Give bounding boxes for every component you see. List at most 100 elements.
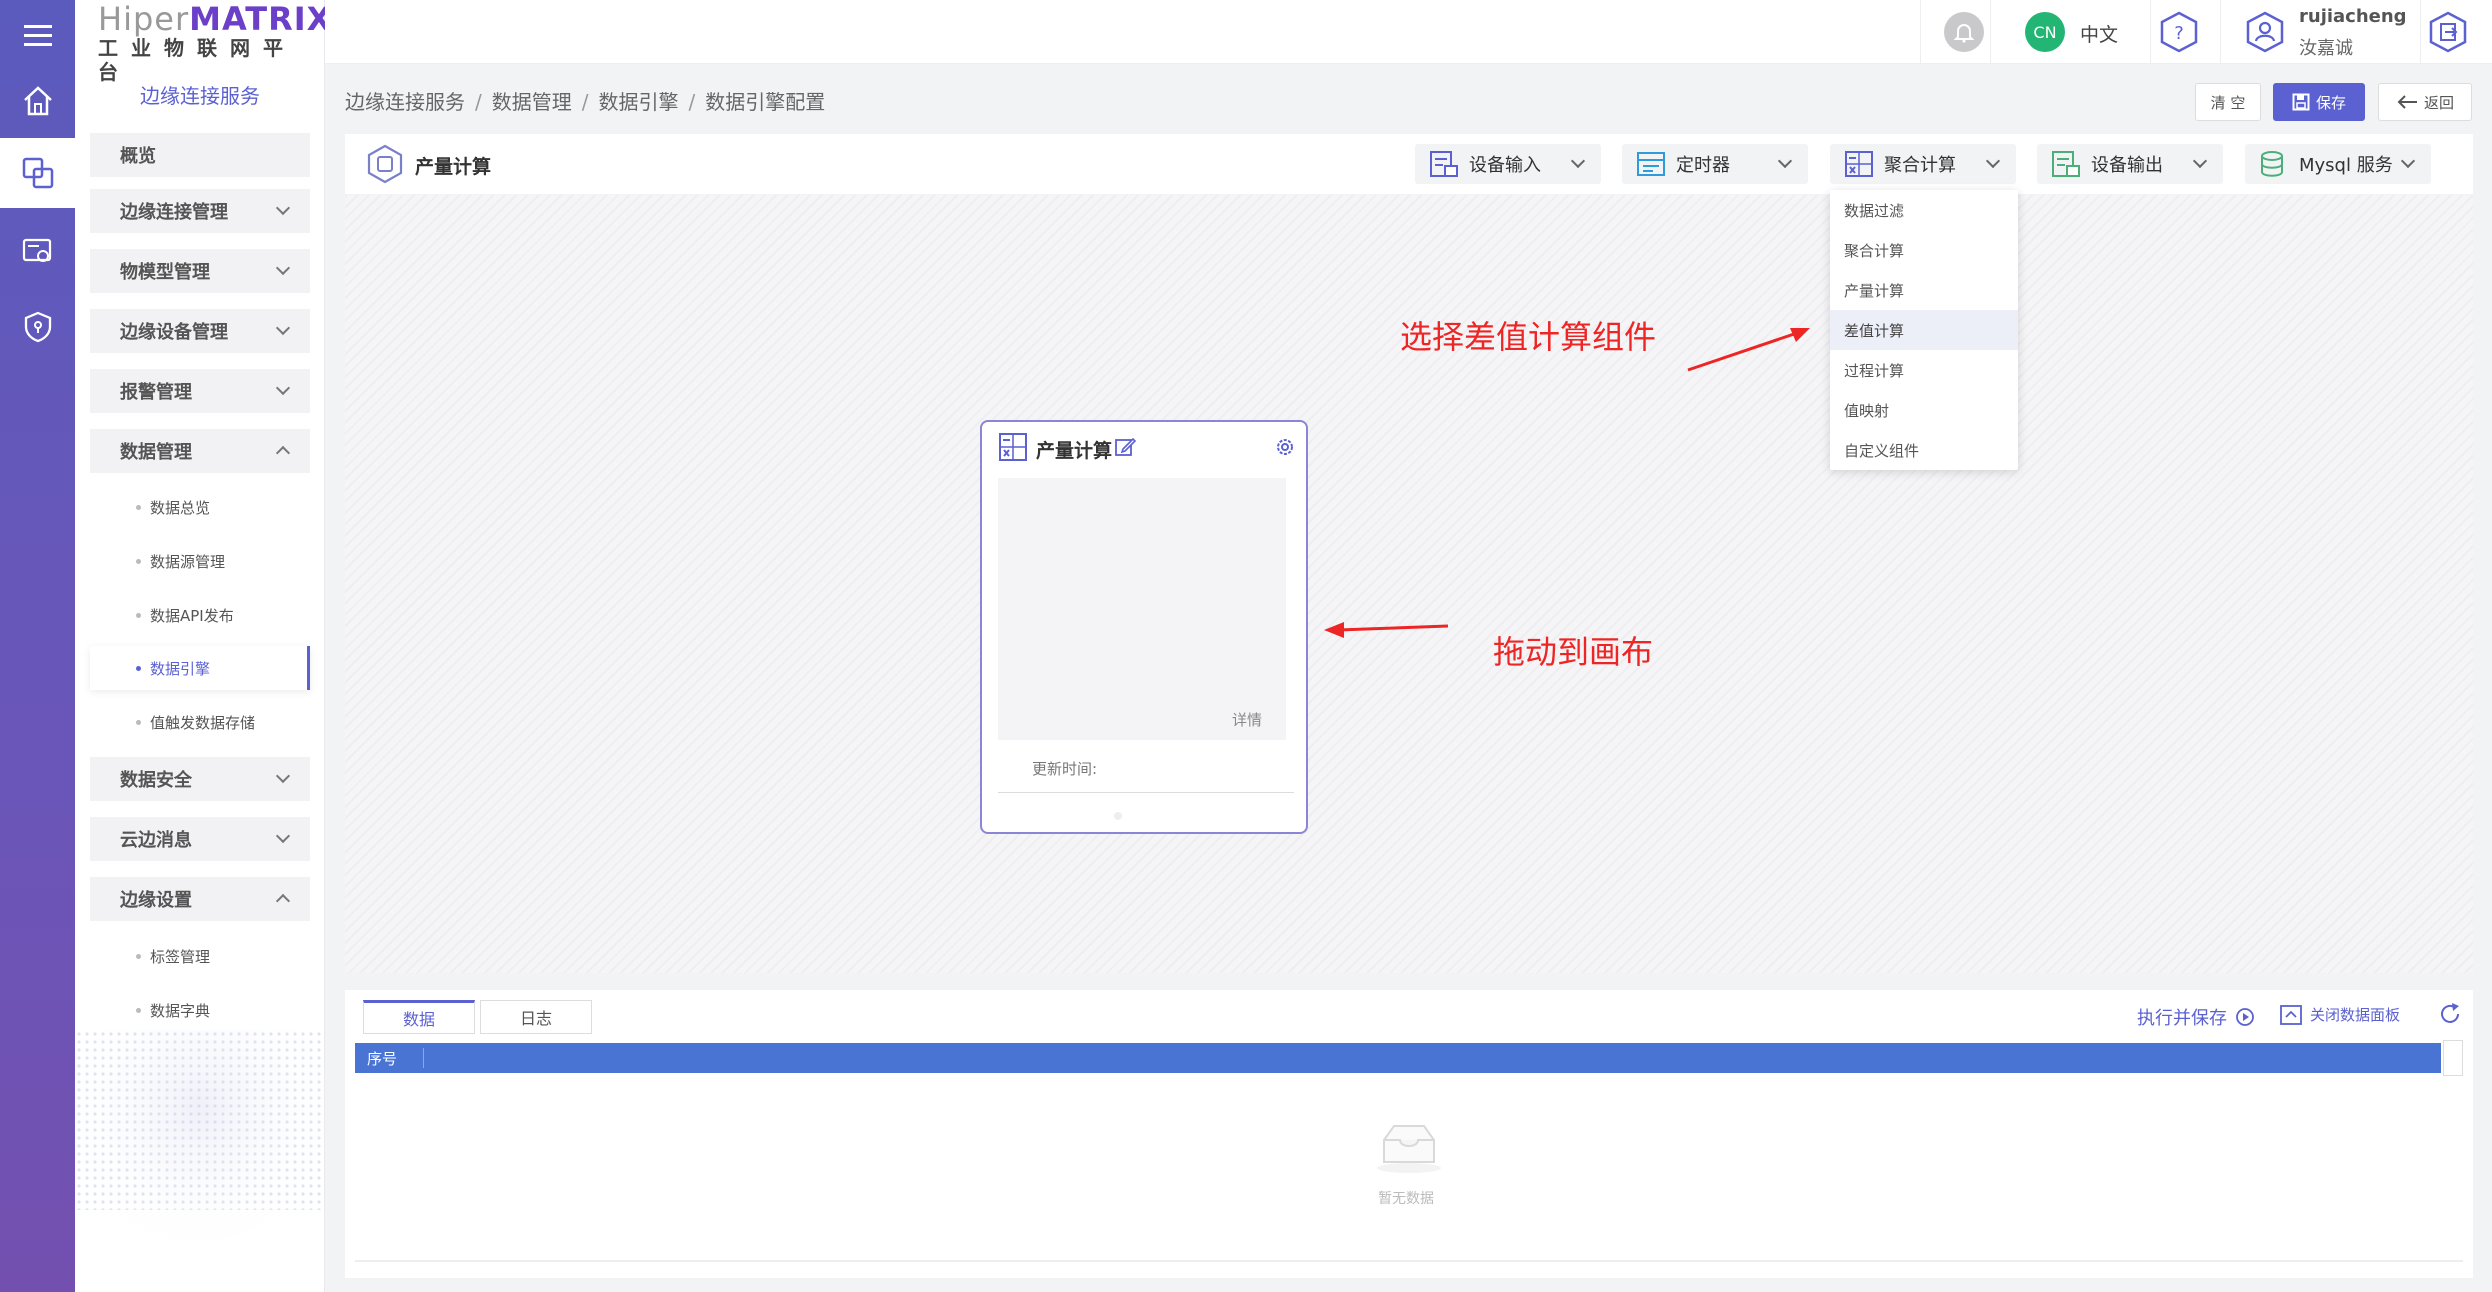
- chevron-down-icon: [275, 768, 291, 784]
- dropdown-item-process[interactable]: 过程计算: [1830, 350, 2018, 390]
- edit-icon[interactable]: [1114, 436, 1136, 458]
- menu-label: 数据安全: [120, 770, 192, 791]
- menu-alarm[interactable]: 报警管理: [90, 369, 310, 413]
- menu-data-security[interactable]: 数据安全: [90, 757, 310, 801]
- monitor-eye-icon: [22, 238, 51, 262]
- tab-log[interactable]: 日志: [480, 1000, 592, 1034]
- device-input-icon: [1430, 151, 1458, 177]
- arrow-left-icon: [2397, 95, 2417, 109]
- dropdown-item-custom[interactable]: 自定义组件: [1830, 430, 2018, 470]
- tool-label: 聚合计算: [1884, 155, 1956, 176]
- menu-label: 物模型管理: [120, 262, 210, 283]
- empty-box-icon: [1377, 1125, 1441, 1173]
- table-header: 序号: [355, 1043, 2441, 1073]
- tool-label: 设备输出: [2091, 155, 2163, 176]
- rail-edge-button[interactable]: [0, 138, 75, 208]
- component-toolbar: 产量计算 设备输入 定时器 聚合计算 设备输出 Mysql 服务: [345, 134, 2473, 194]
- menu-label: 边缘连接管理: [120, 202, 228, 223]
- sidebar-title[interactable]: 边缘连接服务: [75, 80, 325, 109]
- dropdown-item-difference[interactable]: 差值计算: [1830, 310, 2018, 350]
- menu-overview[interactable]: 概览: [90, 133, 310, 177]
- breadcrumb-item[interactable]: 边缘连接服务: [345, 90, 465, 114]
- bell-icon: [1953, 24, 1975, 43]
- chevron-down-icon: [2400, 153, 2416, 169]
- chevron-down-icon: [2192, 153, 2208, 169]
- rail-security-button[interactable]: [0, 292, 75, 362]
- engine-icon: [367, 144, 403, 184]
- menu-edge-settings[interactable]: 边缘设置: [90, 877, 310, 921]
- column-divider: [423, 1048, 424, 1068]
- tool-device-input[interactable]: 设备输入: [1415, 144, 1601, 184]
- icon-rail: [0, 0, 75, 1292]
- aggregate-compute-dropdown: 数据过滤 聚合计算 产量计算 差值计算 过程计算 值映射 自定义组件: [1830, 190, 2018, 470]
- home-icon: [23, 86, 52, 116]
- refresh-icon[interactable]: [2438, 1002, 2462, 1026]
- annotation-select: 选择差值计算组件: [1400, 318, 1657, 356]
- menu-thing-model[interactable]: 物模型管理: [90, 249, 310, 293]
- menu-label: 边缘设备管理: [120, 322, 228, 343]
- submenu-tag-management[interactable]: 标签管理: [90, 934, 310, 978]
- edge-connect-icon: [22, 157, 53, 189]
- chevron-down-icon: [1777, 153, 1793, 169]
- close-data-panel-button[interactable]: 关闭数据面板: [2280, 1004, 2400, 1025]
- device-output-icon: [2052, 151, 2080, 177]
- avatar[interactable]: CN: [2025, 12, 2065, 52]
- flow-node-card[interactable]: 产量计算 详情 更新时间:: [980, 420, 1308, 834]
- display-name: 汝嘉诚: [2299, 38, 2353, 59]
- gear-icon[interactable]: [1274, 436, 1296, 458]
- sidebar-dot-pattern: [75, 1030, 325, 1292]
- back-label: 返回: [2423, 93, 2454, 112]
- menu-label: 数据管理: [120, 442, 192, 463]
- chevron-down-icon: [275, 828, 291, 844]
- dropdown-item-data-filter[interactable]: 数据过滤: [1830, 190, 2018, 230]
- run-and-save-button[interactable]: 执行并保存: [2137, 1004, 2255, 1030]
- notification-button[interactable]: [1944, 12, 1984, 52]
- submenu-datasource[interactable]: 数据源管理: [90, 539, 310, 583]
- user-icon[interactable]: [2243, 10, 2287, 54]
- dropdown-item-aggregate[interactable]: 聚合计算: [1830, 230, 2018, 270]
- tool-label: 定时器: [1676, 155, 1730, 176]
- tool-mysql-service[interactable]: Mysql 服务: [2245, 144, 2431, 184]
- tool-aggregate-compute[interactable]: 聚合计算: [1830, 144, 2016, 184]
- save-button[interactable]: 保存: [2273, 83, 2365, 121]
- run-save-label: 执行并保存: [2137, 1008, 2227, 1029]
- breadcrumb-item[interactable]: 数据管理: [492, 90, 572, 114]
- breadcrumb-item[interactable]: 数据引擎: [599, 90, 679, 114]
- svg-text:?: ?: [2174, 23, 2184, 44]
- menu-cloud-edge-msg[interactable]: 云边消息: [90, 817, 310, 861]
- collapse-panel-icon: [2280, 1004, 2302, 1025]
- menu-edge-device[interactable]: 边缘设备管理: [90, 309, 310, 353]
- node-detail-link[interactable]: 详情: [1232, 709, 1262, 730]
- menu-toggle-button[interactable]: [0, 0, 75, 70]
- submenu-trigger-storage[interactable]: 值触发数据存储: [90, 700, 310, 744]
- database-icon: [2261, 151, 2283, 177]
- table-scrollbar[interactable]: [2443, 1040, 2463, 1076]
- dropdown-item-value-map[interactable]: 值映射: [1830, 390, 2018, 430]
- node-port[interactable]: [1114, 812, 1122, 820]
- language-switch[interactable]: 中文: [2080, 20, 2118, 47]
- node-preview-area: [998, 478, 1286, 740]
- chevron-down-icon: [1985, 153, 2001, 169]
- menu-edge-connect[interactable]: 边缘连接管理: [90, 189, 310, 233]
- logout-icon[interactable]: [2426, 10, 2470, 54]
- rail-monitor-button[interactable]: [0, 216, 75, 286]
- submenu-data-overview[interactable]: 数据总览: [90, 485, 310, 529]
- help-icon[interactable]: ?: [2157, 10, 2201, 54]
- clear-button[interactable]: 清 空: [2195, 83, 2261, 121]
- menu-data-management[interactable]: 数据管理: [90, 429, 310, 473]
- dropdown-item-output[interactable]: 产量计算: [1830, 270, 2018, 310]
- annotation-drag: 拖动到画布: [1493, 633, 1654, 671]
- tool-timer[interactable]: 定时器: [1622, 144, 1808, 184]
- tab-data[interactable]: 数据: [363, 1000, 475, 1034]
- back-button[interactable]: 返回: [2378, 83, 2472, 121]
- node-title: 产量计算: [1036, 440, 1113, 462]
- rail-home-button[interactable]: [0, 66, 75, 136]
- empty-text: 暂无数据: [1378, 1191, 1434, 1207]
- submenu-data-dictionary[interactable]: 数据字典: [90, 988, 310, 1032]
- logo-subtitle: 工业物联网平台: [98, 36, 296, 84]
- tool-device-output[interactable]: 设备输出: [2037, 144, 2223, 184]
- submenu-data-api[interactable]: 数据API发布: [90, 593, 310, 637]
- calculator-icon: [1845, 151, 1873, 177]
- submenu-data-engine[interactable]: 数据引擎: [90, 646, 310, 690]
- close-panel-label: 关闭数据面板: [2310, 1006, 2401, 1024]
